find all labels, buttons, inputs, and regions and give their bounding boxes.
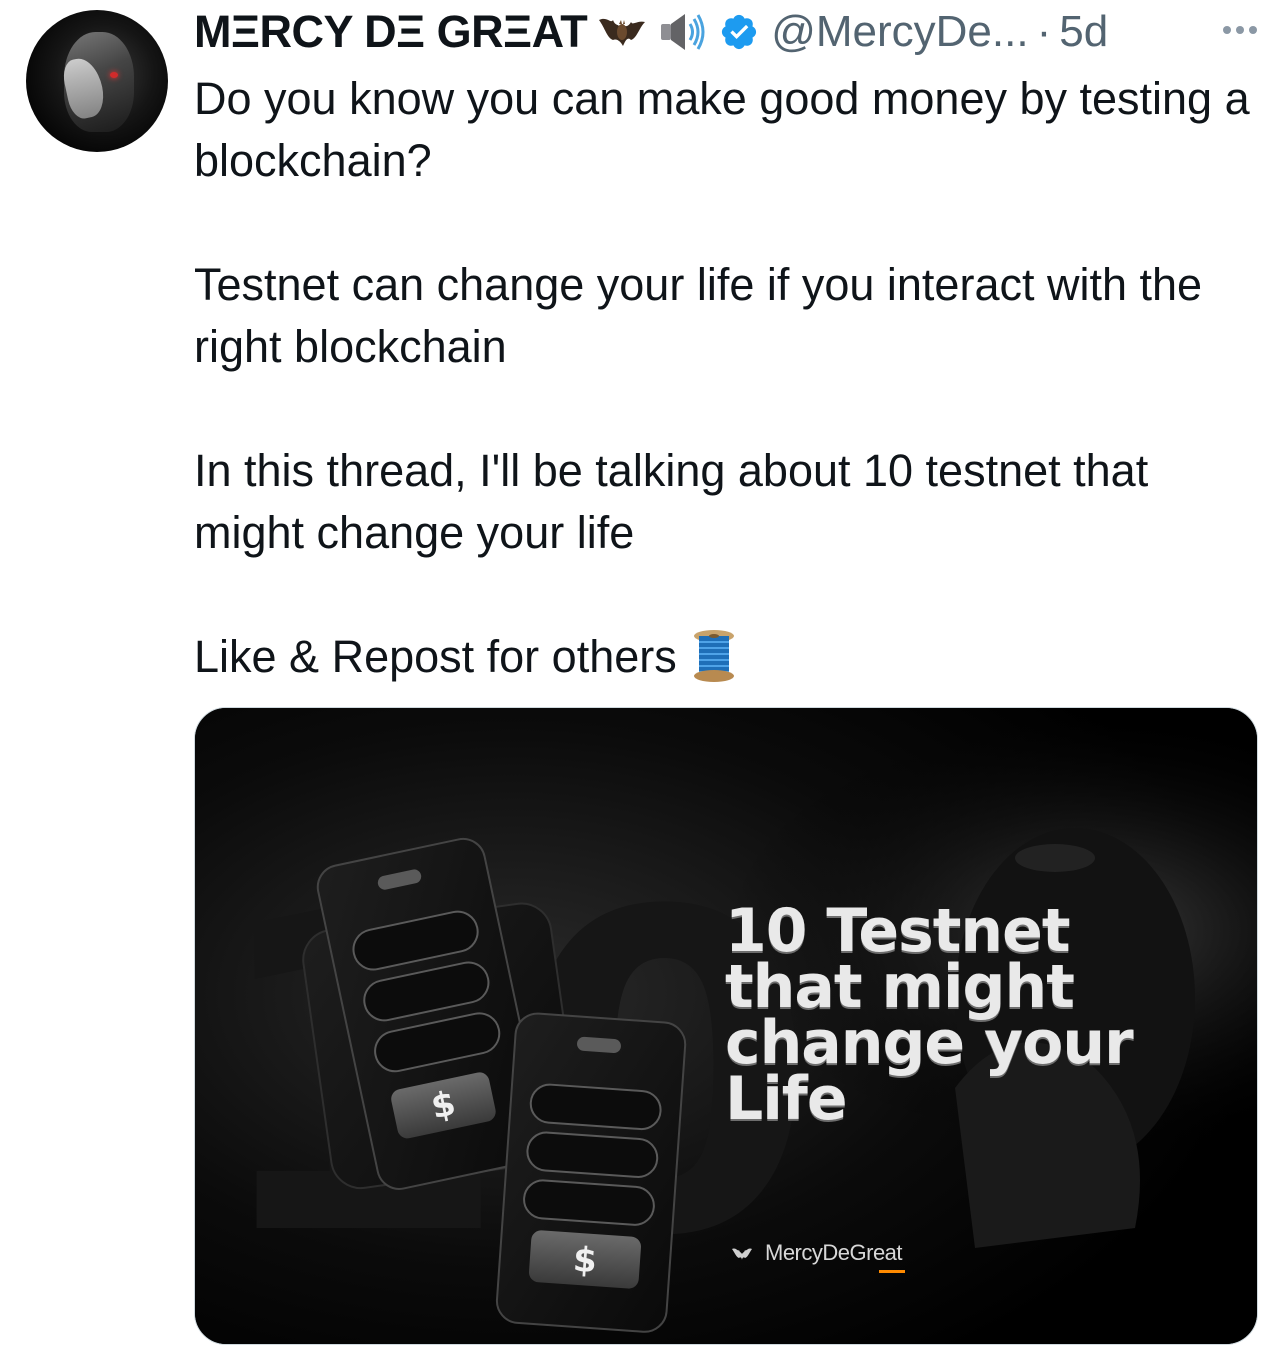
tweet-media-image[interactable]: 10 $: [194, 707, 1258, 1345]
author-handle[interactable]: @MercyDe...: [771, 7, 1028, 57]
tweet-text: Do you know you can make good money by t…: [194, 68, 1254, 688]
media-credit: MercyDeGreat: [731, 1240, 905, 1273]
more-options-icon[interactable]: [1218, 20, 1262, 40]
media-headline: 10 Testnet that might change your Life: [725, 896, 1134, 1134]
credit-underline: [879, 1270, 905, 1273]
avatar[interactable]: [26, 10, 168, 152]
tweet-paragraph: In this thread, I'll be talking about 10…: [194, 445, 1149, 558]
price-symbol-label: $: [572, 1240, 598, 1282]
more-dot: [1249, 26, 1257, 34]
tweet-paragraph: Testnet can change your life if you inte…: [194, 259, 1203, 372]
verified-badge-icon[interactable]: [719, 12, 759, 52]
phone-card-2: $: [495, 1012, 687, 1333]
timestamp[interactable]: 5d: [1059, 7, 1108, 57]
media-credit-name: MercyDeGreat: [765, 1240, 903, 1265]
more-dot: [1236, 26, 1244, 34]
tweet-paragraph-cta: Like & Repost for others: [194, 626, 1254, 688]
tweet-paragraph: Like & Repost for others: [194, 631, 677, 682]
more-dot: [1223, 26, 1231, 34]
avatar-eye: [110, 72, 118, 78]
tweet[interactable]: MΞRCY DΞ GRΞAT @MercyDe... · 5d Do you k…: [0, 0, 1284, 1365]
display-name[interactable]: MΞRCY DΞ GRΞAT: [194, 6, 588, 58]
speaker-emoji-icon: [657, 10, 707, 54]
bat-logo-icon: [732, 1248, 752, 1260]
separator-dot: ·: [1036, 7, 1052, 56]
tweet-paragraph: Do you know you can make good money by t…: [194, 73, 1250, 186]
spool-of-thread-icon: [689, 628, 739, 684]
bat-emoji-icon: [597, 10, 647, 54]
tweet-header: MΞRCY DΞ GRΞAT @MercyDe... · 5d: [194, 6, 1264, 58]
